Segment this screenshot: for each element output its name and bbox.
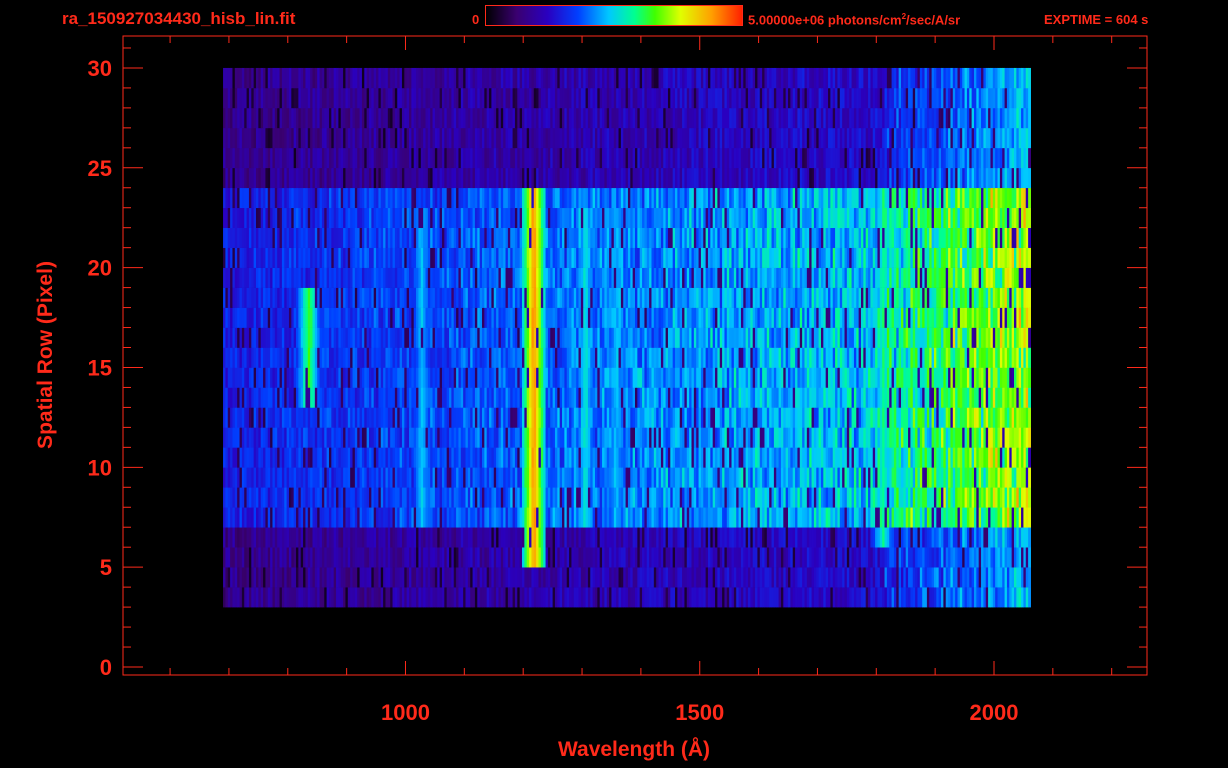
- heatmap-cell: [1028, 467, 1031, 488]
- heatmap-layer: [223, 67, 1031, 608]
- heatmap-cell: [1028, 347, 1031, 368]
- heatmap-cell: [1028, 527, 1031, 548]
- heatmap-cell: [1028, 327, 1031, 348]
- heatmap-cell: [1028, 547, 1031, 568]
- heatmap-cell: [1028, 507, 1031, 528]
- heatmap-cell: [1028, 387, 1031, 408]
- heatmap-cell: [1028, 407, 1031, 428]
- heatmap-cell: [1028, 427, 1031, 448]
- heatmap-cell: [1028, 567, 1031, 588]
- spectrum-plot: 1000 1500 2000051015202530: [88, 35, 1148, 725]
- heatmap-cell: [1028, 587, 1031, 608]
- heatmap-cell: [1028, 447, 1031, 468]
- heatmap-cell: [1028, 487, 1031, 508]
- heatmap-cell: [1028, 367, 1031, 388]
